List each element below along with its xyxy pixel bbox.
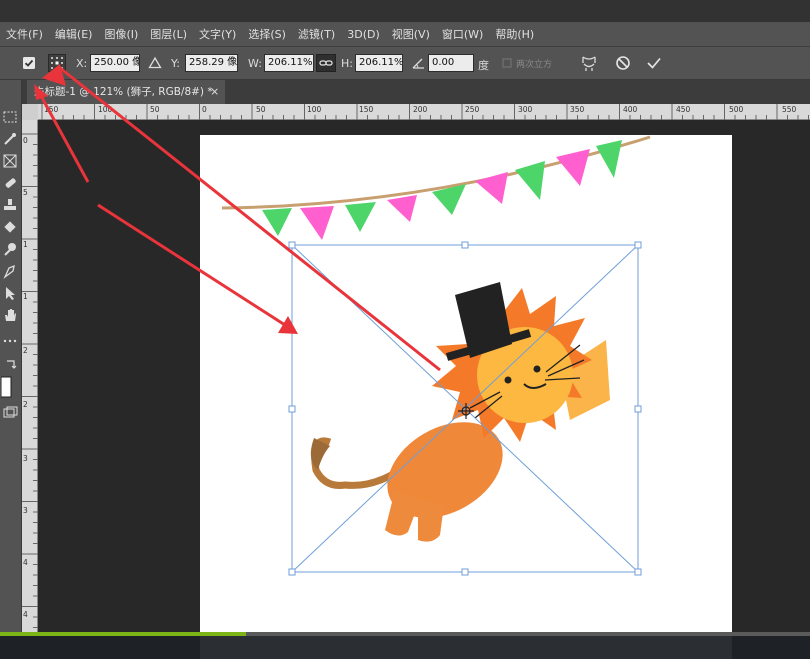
commit-check-icon[interactable] [644, 54, 664, 72]
bottom-panel-left [0, 636, 200, 659]
y-field[interactable]: 258.29 像素 [185, 54, 238, 72]
x-field[interactable]: 250.00 像素 [90, 54, 140, 72]
angle-field[interactable]: 0.00 [428, 54, 474, 72]
ruler-label: 3 [23, 506, 28, 515]
ruler-label: 500 [729, 105, 744, 114]
menu-3d[interactable]: 3D(D) [341, 28, 386, 41]
ruler-label: 1 [23, 240, 28, 249]
ruler-label: 1 [23, 292, 28, 301]
ruler-label: 2 [23, 400, 28, 409]
ruler-label: 300 [518, 105, 533, 114]
quick-select-tool-icon[interactable] [1, 130, 19, 148]
swap-colors-icon[interactable] [1, 356, 19, 374]
foreground-color-swatch[interactable] [1, 376, 19, 398]
menu-bar: 文件(F) 编辑(E) 图像(I) 图层(L) 文字(Y) 选择(S) 滤镜(T… [0, 22, 810, 46]
ruler-label: 3 [23, 454, 28, 463]
angle-unit: 度 [478, 59, 489, 72]
path-select-tool-icon[interactable] [1, 284, 19, 302]
healing-brush-tool-icon[interactable] [1, 174, 19, 192]
menu-type[interactable]: 文字(Y) [193, 26, 242, 42]
bottom-panel-right [732, 636, 810, 659]
menu-image[interactable]: 图像(I) [98, 26, 144, 42]
menu-edit[interactable]: 编辑(E) [49, 26, 99, 42]
ruler-label: 50 [256, 105, 266, 114]
menu-layer[interactable]: 图层(L) [144, 26, 193, 42]
y-label: Y: [171, 57, 180, 70]
ruler-label: 150 [44, 105, 59, 114]
options-bar: X: 250.00 像素 Y: 258.29 像素 W: 206.11% H: … [0, 46, 810, 80]
ruler-label: 550 [782, 105, 797, 114]
menu-file[interactable]: 文件(F) [0, 26, 49, 42]
marquee-tool-icon[interactable] [1, 108, 19, 126]
cancel-icon[interactable] [613, 54, 633, 72]
ruler-label: 350 [570, 105, 585, 114]
ruler-label: 200 [413, 105, 428, 114]
triangle-delta-icon[interactable] [146, 54, 164, 72]
ruler-label: 4 [23, 610, 28, 619]
horizontal-ruler: 150 100 50 0 50 100 150 200 250 300 350 … [22, 104, 810, 120]
link-icon[interactable] [316, 54, 336, 72]
screen-mode-icon[interactable] [1, 404, 19, 422]
ruler-origin[interactable] [22, 104, 38, 120]
menu-filter[interactable]: 滤镜(T) [292, 26, 341, 42]
checkbox-icon[interactable] [20, 54, 38, 72]
menu-window[interactable]: 窗口(W) [436, 26, 489, 42]
ruler-label: 0 [202, 105, 207, 114]
ruler-label: 50 [150, 105, 160, 114]
document-canvas[interactable] [200, 135, 732, 635]
ruler-label: 0 [23, 136, 28, 145]
menu-view[interactable]: 视图(V) [386, 26, 436, 42]
eraser-tool-icon[interactable] [1, 218, 19, 236]
dodge-tool-icon[interactable] [1, 240, 19, 258]
x-label: X: [76, 57, 88, 70]
interp-text: 两次立方 [516, 60, 553, 70]
ruler-label: 5 [23, 188, 28, 197]
document-tab[interactable]: 未标题-1 @ 121% (狮子, RGB/8#) * × [27, 80, 225, 104]
angle-icon [411, 54, 427, 72]
menu-help[interactable]: 帮助(H) [489, 26, 540, 42]
document-tab-title: 未标题-1 @ 121% (狮子, RGB/8#) * [34, 86, 213, 98]
warp-icon[interactable] [578, 54, 600, 72]
w-label: W: [248, 57, 262, 70]
title-strip [0, 0, 810, 22]
ruler-label: 100 [307, 105, 322, 114]
more-tools-icon[interactable] [1, 332, 19, 350]
ruler-label: 250 [465, 105, 480, 114]
w-field[interactable]: 206.11% [264, 54, 314, 72]
ruler-label: 4 [23, 558, 28, 567]
close-tab-icon[interactable]: × [210, 80, 219, 104]
vertical-ruler: 0 5 1 1 2 2 3 3 4 4 [22, 120, 38, 635]
h-field[interactable]: 206.11% [355, 54, 403, 72]
h-label: H: [341, 57, 353, 70]
tools-panel [0, 80, 22, 635]
ruler-label: 2 [23, 346, 28, 355]
ruler-label: 450 [676, 105, 691, 114]
stamp-tool-icon[interactable] [1, 196, 19, 214]
reference-point-icon[interactable] [48, 54, 66, 72]
pen-tool-icon[interactable] [1, 262, 19, 280]
frame-tool-icon[interactable] [1, 152, 19, 170]
ruler-label: 400 [623, 105, 638, 114]
ruler-label: 150 [359, 105, 374, 114]
ruler-label: 100 [98, 105, 113, 114]
menu-select[interactable]: 选择(S) [242, 26, 292, 42]
interp-checkbox[interactable] [502, 54, 512, 72]
hand-tool-icon[interactable] [1, 306, 19, 324]
